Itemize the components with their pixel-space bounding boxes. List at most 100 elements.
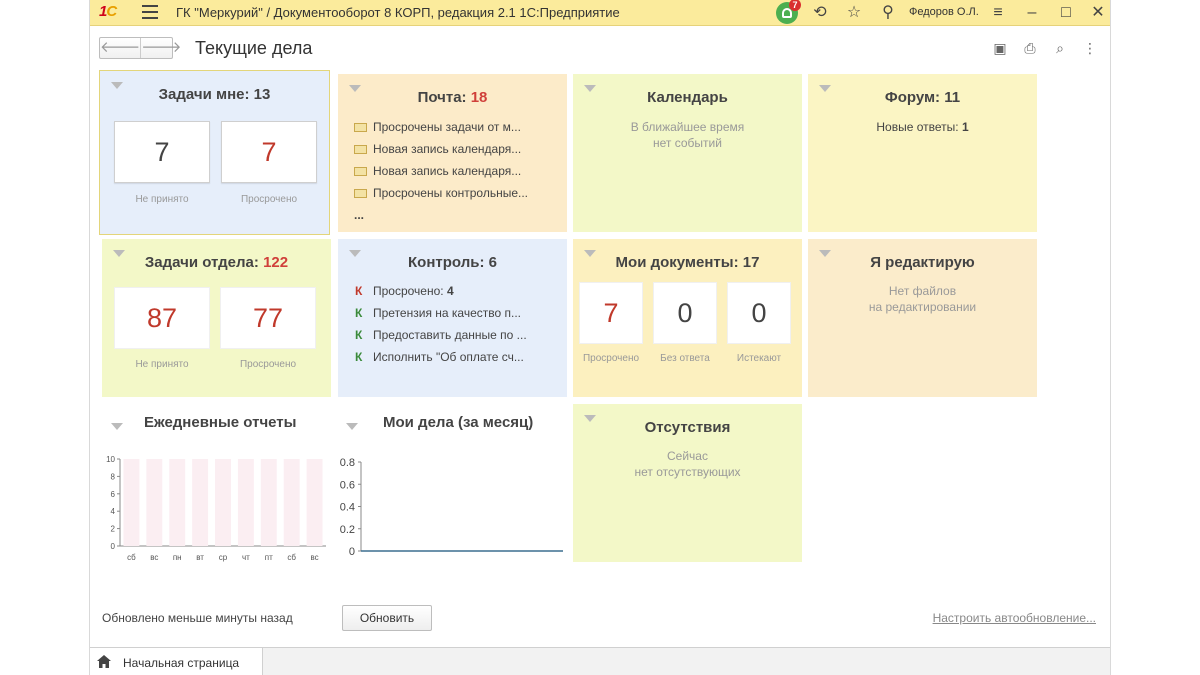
tile-title: Мои документы: 17 (615, 254, 760, 271)
tile-title: Задачи отдела: 122 (144, 254, 289, 271)
no-answer-box[interactable]: 0 (653, 282, 717, 344)
bar (237, 459, 254, 546)
control-item[interactable]: К Просрочено: 4 (355, 284, 454, 298)
bar (123, 459, 140, 546)
not-accepted-label: Не принято (135, 194, 189, 205)
tile-calendar[interactable]: Календарь В ближайшее время нет событий (573, 74, 802, 232)
daily-reports-title: Ежедневные отчеты (144, 414, 297, 431)
user-name[interactable]: Федоров О.Л. (909, 6, 979, 18)
maximize-icon[interactable]: □ (1056, 3, 1076, 23)
x-tick-label: сб (287, 553, 296, 562)
overdue-box[interactable]: 77 (220, 287, 316, 349)
favorites-star-icon[interactable]: ☆ (844, 3, 864, 23)
save-icon[interactable]: ▣ (992, 40, 1008, 56)
forum-new-replies[interactable]: Новые ответы: 1 (808, 119, 1037, 135)
control-marker-icon: К (355, 284, 363, 298)
control-item[interactable]: К Предоставить данные по ... (355, 328, 527, 342)
bar (215, 459, 231, 546)
y-tick-label: 0 (111, 542, 116, 551)
absences-note: Сейчас (667, 449, 708, 463)
overdue-box[interactable]: 7 (221, 121, 317, 183)
y-tick-label: 4 (111, 507, 116, 516)
y-tick-label: 0.2 (340, 524, 355, 536)
absences-note: нет отсутствующих (634, 465, 741, 479)
bar (306, 459, 323, 546)
x-tick-label: вс (310, 553, 318, 562)
tile-my-tasks[interactable]: Задачи мне: 13 7 7 Не принято Просрочено (99, 70, 330, 235)
bar (146, 459, 163, 546)
envelope-icon (354, 145, 367, 154)
y-tick-label: 0.4 (340, 502, 355, 514)
not-accepted-box[interactable]: 87 (114, 287, 210, 349)
search-icon[interactable]: ⚲ (878, 3, 898, 23)
auto-refresh-link[interactable]: Настроить автообновление... (933, 611, 1096, 625)
bar (260, 459, 277, 546)
mail-item[interactable]: Новая запись календаря... (354, 142, 521, 156)
mail-item[interactable]: Просрочены задачи от м... (354, 120, 521, 134)
y-tick-label: 6 (111, 490, 116, 499)
print-icon[interactable]: ⎙ (1022, 40, 1038, 56)
more-menu-icon[interactable]: ⋮ (1082, 40, 1098, 56)
toolbar: 🡐 🡒 Текущие дела ▣ ⎙ ⌕ ⋮ (90, 27, 1110, 69)
back-arrow-icon[interactable]: 🡐 (100, 38, 142, 58)
envelope-icon (354, 123, 367, 132)
control-marker-icon: К (355, 306, 363, 320)
x-tick-label: вс (150, 553, 158, 562)
tile-my-documents[interactable]: Мои документы: 17 7 0 0 Просрочено Без о… (573, 239, 802, 397)
notifications-icon[interactable]: 7 (776, 0, 801, 24)
app-logo[interactable]: 1С (99, 3, 117, 20)
tile-forum[interactable]: Форум: 11 Новые ответы: 1 (808, 74, 1037, 232)
title-bar: 1С ГК "Меркурий" / Документооборот 8 КОР… (90, 0, 1110, 26)
envelope-icon (354, 189, 367, 198)
tile-absences[interactable]: Отсутствия Сейчас нет отсутствующих (573, 404, 802, 562)
home-icon (97, 655, 111, 668)
bottom-tab-bar: Начальная страница (90, 647, 1110, 675)
mail-item[interactable]: Просрочены контрольные... (354, 186, 528, 200)
page-title: Текущие дела (195, 38, 313, 58)
control-item[interactable]: К Исполнить "Об оплате сч... (355, 350, 524, 364)
tile-control[interactable]: Контроль: 6 К Просрочено: 4 К Претензия на… (338, 239, 567, 397)
not-accepted-label: Не принято (135, 359, 189, 370)
history-icon[interactable]: ⟲ (810, 3, 830, 23)
preview-icon[interactable]: ⌕ (1052, 40, 1068, 56)
overdue-box[interactable]: 7 (579, 282, 643, 344)
my-affairs-chart: 0 0.2 0.4 0.6 0.8 (340, 457, 563, 558)
tile-dept-tasks[interactable]: Задачи отдела: 122 87 77 Не принято Прос… (102, 239, 331, 397)
close-icon[interactable]: ✕ (1088, 3, 1108, 23)
overdue-label: Просрочено (240, 194, 298, 205)
app-window: 1С ГК "Меркурий" / Документооборот 8 КОР… (89, 0, 1111, 675)
x-tick-label: вт (196, 553, 204, 562)
main-menu-icon[interactable] (142, 5, 158, 19)
refresh-button[interactable]: Обновить (342, 605, 432, 631)
settings-menu-icon[interactable]: ≡ (988, 3, 1008, 23)
tile-title: Календарь (647, 89, 728, 106)
tab-label: Начальная страница (123, 656, 240, 670)
tile-mail[interactable]: Почта: 18 Просрочены задачи от м... Нова… (338, 74, 567, 232)
calendar-note: В ближайшее время (630, 120, 745, 134)
editing-note: Нет файлов (888, 284, 957, 298)
nav-buttons: 🡐 🡒 (99, 37, 181, 59)
y-tick-label: 2 (111, 525, 116, 534)
tile-title: Почта: 18 (417, 89, 488, 106)
bar (192, 459, 209, 546)
x-tick-label: чт (242, 553, 250, 562)
collapse-arrow-icon[interactable] (111, 423, 123, 430)
expiring-label: Истекают (736, 353, 782, 364)
tile-title: Я редактирую (870, 254, 975, 271)
y-tick-label: 8 (111, 472, 116, 481)
tab-home-page[interactable]: Начальная страница (90, 648, 263, 675)
mail-more-link[interactable]: ... (354, 208, 364, 222)
expiring-box[interactable]: 0 (727, 282, 791, 344)
mail-item[interactable]: Новая запись календаря... (354, 164, 521, 178)
collapse-arrow-icon[interactable] (346, 423, 358, 430)
forward-arrow-icon[interactable]: 🡒 (141, 38, 181, 58)
y-tick-label: 0.8 (340, 457, 355, 469)
bar (169, 459, 186, 546)
tile-editing[interactable]: Я редактирую Нет файлов на редактировани… (808, 239, 1037, 397)
minimize-icon[interactable]: – (1022, 3, 1042, 23)
tile-title: Задачи мне: 13 (158, 86, 271, 103)
not-accepted-box[interactable]: 7 (114, 121, 210, 183)
control-item[interactable]: К Претензия на качество п... (355, 306, 521, 320)
y-tick-label: 10 (106, 455, 115, 464)
y-tick-label: 0.6 (340, 479, 355, 491)
